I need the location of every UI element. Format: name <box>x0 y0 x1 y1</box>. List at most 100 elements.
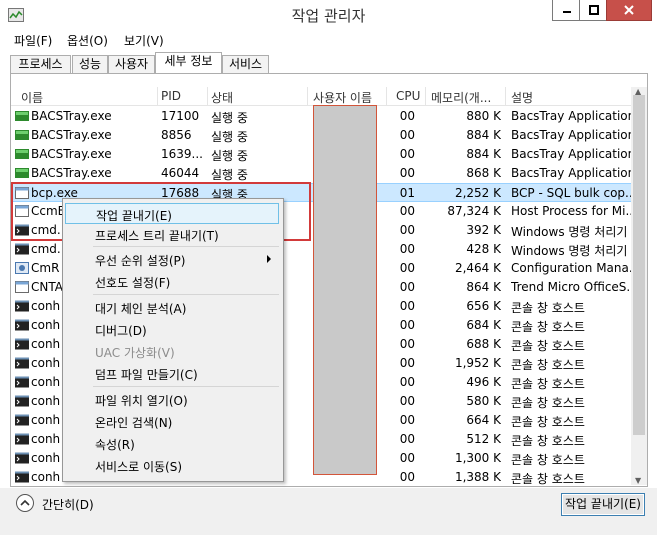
context-menu-item-label: 온라인 검색(N) <box>95 416 173 430</box>
process-description: Windows 명령 처리기 <box>511 225 628 239</box>
tab-performance[interactable]: 성능 <box>72 55 108 73</box>
console-icon <box>15 471 29 483</box>
bacstray-icon <box>15 111 29 121</box>
process-memory: 684 K <box>466 318 501 332</box>
process-cpu: 00 <box>399 413 415 427</box>
close-button[interactable] <box>606 0 652 21</box>
process-name: BACSTray.exe <box>31 109 112 123</box>
maximize-button[interactable] <box>579 0 608 21</box>
col-name[interactable]: 이름 <box>21 89 43 106</box>
process-cpu: 00 <box>399 432 415 446</box>
chevron-up-icon[interactable] <box>16 494 34 512</box>
process-status: 실행 중 <box>211 149 248 163</box>
tab-services[interactable]: 서비스 <box>222 55 269 73</box>
process-memory: 87,324 K <box>447 204 501 218</box>
context-menu-item-label: UAC 가상화(V) <box>95 346 175 360</box>
col-description[interactable]: 설명 <box>511 89 533 106</box>
bacstray-icon <box>15 130 29 140</box>
context-menu-item-go-to-services[interactable]: 서비스로 이동(S) <box>65 455 279 476</box>
menu-view[interactable]: 보기(V) <box>124 32 164 49</box>
process-description: Configuration Mana... <box>511 261 631 275</box>
col-memory[interactable]: 메모리(개... <box>431 89 491 106</box>
submenu-arrow-icon <box>267 255 271 263</box>
process-cpu: 00 <box>399 280 415 294</box>
context-menu-item-debug[interactable]: 디버그(D) <box>65 319 279 340</box>
tab-details[interactable]: 세부 정보 <box>155 52 222 74</box>
col-pid[interactable]: PID <box>161 89 181 103</box>
vertical-scrollbar[interactable]: ▲ ▼ <box>631 87 647 485</box>
tab-processes[interactable]: 프로세스 <box>10 55 71 73</box>
process-description: 콘솔 창 호스트 <box>511 434 585 448</box>
col-user[interactable]: 사용자 이름 <box>313 89 372 106</box>
menu-options[interactable]: 옵션(O) <box>67 32 108 49</box>
scroll-thumb[interactable] <box>633 95 645 435</box>
process-description: BacsTray Application <box>511 147 631 161</box>
process-cpu: 00 <box>399 470 415 484</box>
context-menu-item-properties[interactable]: 속성(R) <box>65 433 279 454</box>
process-memory: 868 K <box>466 166 501 180</box>
minimize-icon <box>562 11 571 13</box>
context-menu-item-search-online[interactable]: 온라인 검색(N) <box>65 411 279 432</box>
col-divider[interactable] <box>425 87 426 105</box>
process-description: BacsTray Application <box>511 109 631 123</box>
process-description: Windows 명령 처리기 <box>511 244 628 258</box>
process-cpu: 00 <box>399 337 415 351</box>
col-divider[interactable] <box>505 87 506 105</box>
scroll-down-icon[interactable]: ▼ <box>635 476 641 485</box>
process-cpu: 00 <box>399 128 415 142</box>
process-memory: 392 K <box>466 223 501 237</box>
context-menu-item-label: 선호도 설정(F) <box>95 276 171 290</box>
footer-bar: 간단히(D) 작업 끝내기(E) <box>0 488 657 535</box>
menu-separator <box>93 386 279 387</box>
process-name: BACSTray.exe <box>31 128 112 142</box>
process-cpu: 00 <box>399 318 415 332</box>
process-cpu: 00 <box>399 356 415 370</box>
process-memory: 884 K <box>466 128 501 142</box>
context-menu-item-label: 속성(R) <box>95 438 135 452</box>
process-status: 실행 중 <box>211 111 248 125</box>
title-bar[interactable]: 작업 관리자 <box>0 0 657 30</box>
col-divider[interactable] <box>307 87 308 105</box>
context-menu-item-uac-virtualization: UAC 가상화(V) <box>65 341 279 362</box>
process-memory: 2,252 K <box>454 186 501 200</box>
col-divider[interactable] <box>207 87 208 105</box>
column-header: 이름 PID 상태 사용자 이름 CPU 메모리(개... 설명 <box>11 87 631 106</box>
console-icon <box>15 376 29 388</box>
process-description: 콘솔 창 호스트 <box>511 377 585 391</box>
tab-users[interactable]: 사용자 <box>108 55 155 73</box>
context-menu-item-label: 대기 체인 분석(A) <box>95 302 187 316</box>
console-icon <box>15 414 29 426</box>
col-divider[interactable] <box>386 87 387 105</box>
minimize-button[interactable] <box>552 0 581 21</box>
task-manager-window: 작업 관리자 파일(F) 옵션(O) 보기(V) 프로세스 성능 사용자 세부 … <box>0 0 657 535</box>
context-menu-item-label: 우선 순위 설정(P) <box>95 254 186 268</box>
process-cpu: 01 <box>399 186 415 200</box>
process-memory: 1,952 K <box>454 356 501 370</box>
process-memory: 880 K <box>466 109 501 123</box>
col-status[interactable]: 상태 <box>211 89 233 106</box>
redacted-username-column <box>313 105 377 475</box>
context-menu-item-label: 파일 위치 열기(O) <box>95 394 188 408</box>
context-menu-item-end-process-tree[interactable]: 프로세스 트리 끝내기(T) <box>65 224 279 245</box>
context-menu-item-analyze-wait-chain[interactable]: 대기 체인 분석(A) <box>65 297 279 318</box>
process-pid: 8856 <box>161 128 192 142</box>
process-description: BacsTray Application <box>511 128 631 142</box>
console-icon <box>15 357 29 369</box>
process-description: 콘솔 창 호스트 <box>511 339 585 353</box>
process-memory: 428 K <box>466 242 501 256</box>
process-pid: 1639... <box>161 147 203 161</box>
context-menu-item-set-priority[interactable]: 우선 순위 설정(P) <box>65 249 279 270</box>
fewer-details-button[interactable]: 간단히(D) <box>42 496 94 513</box>
process-description: Host Process for Mi... <box>511 204 631 218</box>
context-menu-item-label: 덤프 파일 만들기(C) <box>95 368 198 382</box>
context-menu-item-set-affinity[interactable]: 선호도 설정(F) <box>65 271 279 292</box>
end-task-button[interactable]: 작업 끝내기(E) <box>561 493 645 516</box>
context-menu-item-open-file-location[interactable]: 파일 위치 열기(O) <box>65 389 279 410</box>
col-cpu[interactable]: CPU <box>396 89 420 103</box>
context-menu-item-create-dump-file[interactable]: 덤프 파일 만들기(C) <box>65 363 279 384</box>
col-divider[interactable] <box>157 87 158 105</box>
menu-separator <box>93 246 279 247</box>
context-menu-item-end-task[interactable]: 작업 끝내기(E) <box>65 203 279 224</box>
menu-file[interactable]: 파일(F) <box>14 32 52 49</box>
process-status: 실행 중 <box>211 168 248 182</box>
